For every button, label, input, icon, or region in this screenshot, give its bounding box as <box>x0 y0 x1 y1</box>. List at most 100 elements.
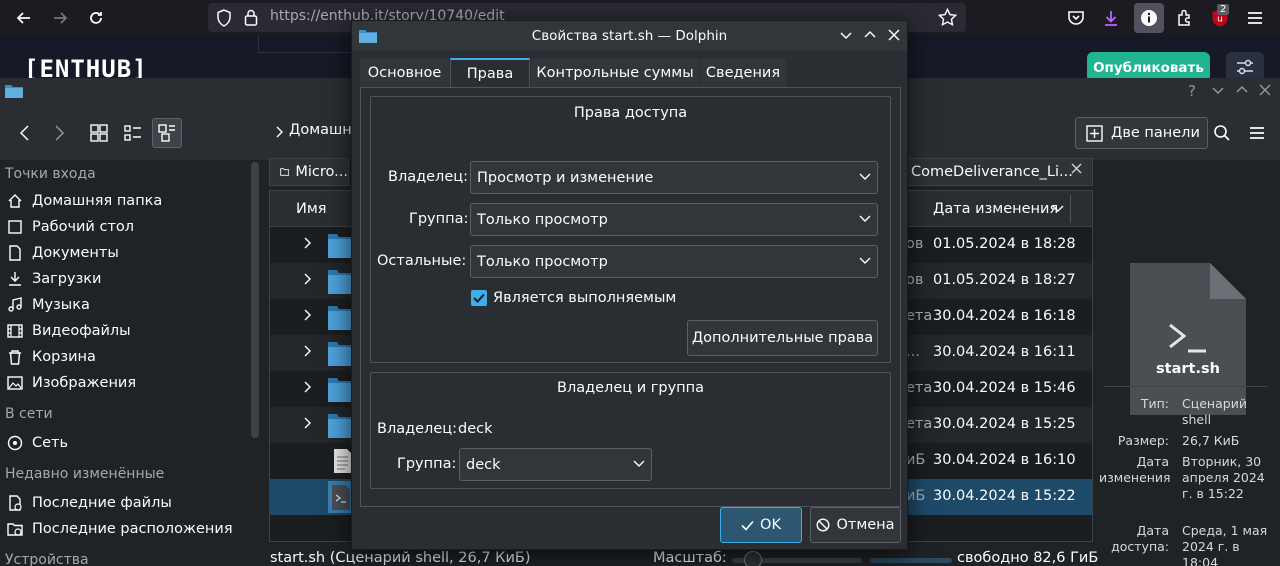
chevron-down-icon <box>859 173 871 181</box>
download-icon[interactable] <box>1099 6 1123 30</box>
two-panels-button[interactable]: Две панели <box>1075 117 1208 149</box>
bookmark-star-icon[interactable] <box>938 8 957 27</box>
maximize-icon[interactable] <box>863 29 877 39</box>
ownership-owner-value: deck <box>458 421 493 437</box>
owner-label: Владелец: <box>388 169 468 185</box>
place-documents[interactable]: Документы <box>6 244 119 262</box>
free-space-label: свободно 82,6 ГиБ <box>957 550 1099 566</box>
ownership-group-select[interactable]: deck <box>459 448 652 481</box>
sort-chevron-icon[interactable] <box>1052 205 1064 213</box>
tab-left[interactable]: Micro... <box>269 158 349 186</box>
expand-chevron-icon[interactable] <box>303 417 311 429</box>
minimize-icon[interactable] <box>839 31 853 41</box>
places-scrollbar[interactable] <box>251 162 259 438</box>
hamburger-menu-icon[interactable] <box>1243 6 1267 30</box>
place-pictures[interactable]: Изображения <box>6 374 136 392</box>
shield-icon[interactable] <box>216 9 232 27</box>
status-text: start.sh (Сценарий shell, 26,7 КиБ) <box>270 550 531 566</box>
place-trash[interactable]: Корзина <box>6 348 96 366</box>
place-recent-files[interactable]: Последние файлы <box>6 494 172 512</box>
help-icon[interactable]: ? <box>1188 82 1196 100</box>
tab-details[interactable]: Сведения <box>700 58 786 88</box>
text-file-icon <box>333 448 353 474</box>
maximize-icon[interactable] <box>1235 84 1249 94</box>
split-view-icon <box>1086 124 1103 142</box>
place-downloads[interactable]: Загрузки <box>6 270 101 288</box>
tab-checksums[interactable]: Контрольные суммы <box>531 58 699 88</box>
breadcrumb-home[interactable]: Домашн <box>289 122 352 138</box>
info-modified-key: Дата изменения <box>1099 454 1171 485</box>
executable-label[interactable]: Является выполняемым <box>493 290 676 306</box>
expand-chevron-icon[interactable] <box>303 273 311 285</box>
tab-close-icon[interactable] <box>1071 163 1082 174</box>
chevron-down-icon <box>859 257 871 265</box>
expand-chevron-icon[interactable] <box>303 309 311 321</box>
forward-icon[interactable] <box>44 118 74 148</box>
places-header-devices: Устройства <box>5 552 89 566</box>
desktop-icon <box>6 218 24 236</box>
info-filename: start.sh <box>1156 361 1220 377</box>
ublock-badge: 2 <box>1217 4 1230 15</box>
info-size-value: 26,7 КиБ <box>1182 433 1240 448</box>
close-icon[interactable] <box>888 29 900 41</box>
zoom-slider-handle[interactable] <box>744 551 762 566</box>
reload-icon[interactable] <box>84 6 108 30</box>
info-divider <box>1104 386 1268 387</box>
network-icon <box>6 434 24 452</box>
places-panel: Точки входа Домашняя папка Рабочий стол … <box>0 160 244 566</box>
group-permission-select[interactable]: Только просмотр <box>470 203 878 236</box>
column-name[interactable]: Имя <box>296 201 327 217</box>
ownership-group-title: Владелец и группа <box>557 380 704 396</box>
ownership-group-label: Группа: <box>397 456 457 472</box>
advanced-permissions-button[interactable]: Дополнительные права <box>687 320 878 356</box>
chevron-down-icon <box>859 215 871 223</box>
lock-icon[interactable] <box>244 9 258 26</box>
folder-icon <box>328 412 352 438</box>
column-separator <box>1070 195 1071 223</box>
home-icon <box>6 192 24 210</box>
compact-view-icon[interactable] <box>118 118 148 148</box>
place-network[interactable]: Сеть <box>6 434 68 452</box>
info-accessed-value: Среда, 1 мая 2024 г. в 18:04 <box>1182 523 1268 566</box>
place-recent-locations[interactable]: Последние расположения <box>6 520 233 538</box>
tab-general[interactable]: Основное <box>360 58 449 88</box>
close-icon[interactable] <box>1259 84 1271 96</box>
forward-arrow-icon[interactable] <box>48 6 72 30</box>
details-view-icon[interactable] <box>152 118 182 148</box>
places-header-entry: Точки входа <box>5 166 96 182</box>
recent-folder-icon <box>6 520 24 538</box>
folder-icon <box>328 232 352 258</box>
tab-right[interactable]: ComeDeliverance_Li... <box>905 158 1093 186</box>
video-icon <box>6 322 24 340</box>
place-videos[interactable]: Видеофайлы <box>6 322 131 340</box>
expand-chevron-icon[interactable] <box>303 381 311 393</box>
folder-icon <box>328 376 352 402</box>
two-panels-label: Две панели <box>1111 125 1200 141</box>
expand-chevron-icon[interactable] <box>303 345 311 357</box>
reader-info-icon[interactable] <box>1134 3 1164 33</box>
music-icon <box>6 296 24 314</box>
cancel-button[interactable]: Отмена <box>810 507 901 543</box>
column-date[interactable]: Дата изменения <box>933 201 1058 217</box>
place-music[interactable]: Музыка <box>6 296 90 314</box>
place-desktop[interactable]: Рабочий стол <box>6 218 134 236</box>
place-home[interactable]: Домашняя папка <box>6 192 162 210</box>
info-accessed-key: Дата доступа: <box>1111 523 1169 554</box>
back-icon[interactable] <box>10 118 40 148</box>
owner-permission-select[interactable]: Просмотр и изменение <box>470 161 878 194</box>
tab-permissions[interactable]: Права <box>450 58 530 88</box>
others-permission-select[interactable]: Только просмотр <box>470 245 878 278</box>
menu-icon[interactable] <box>1242 118 1272 148</box>
ok-button[interactable]: OK <box>720 507 802 543</box>
executable-checkbox[interactable] <box>471 290 487 306</box>
minimize-icon[interactable] <box>1211 86 1225 96</box>
search-icon[interactable] <box>1207 118 1237 148</box>
cancel-icon <box>816 518 830 532</box>
properties-dialog: Свойства start.sh — Dolphin Основное Пра… <box>351 20 908 550</box>
expand-chevron-icon[interactable] <box>303 237 311 249</box>
folder-icon <box>328 340 352 366</box>
extensions-icon[interactable] <box>1173 6 1197 30</box>
back-arrow-icon[interactable] <box>12 6 36 30</box>
icons-view-icon[interactable] <box>84 118 114 148</box>
pocket-icon[interactable] <box>1064 6 1088 30</box>
